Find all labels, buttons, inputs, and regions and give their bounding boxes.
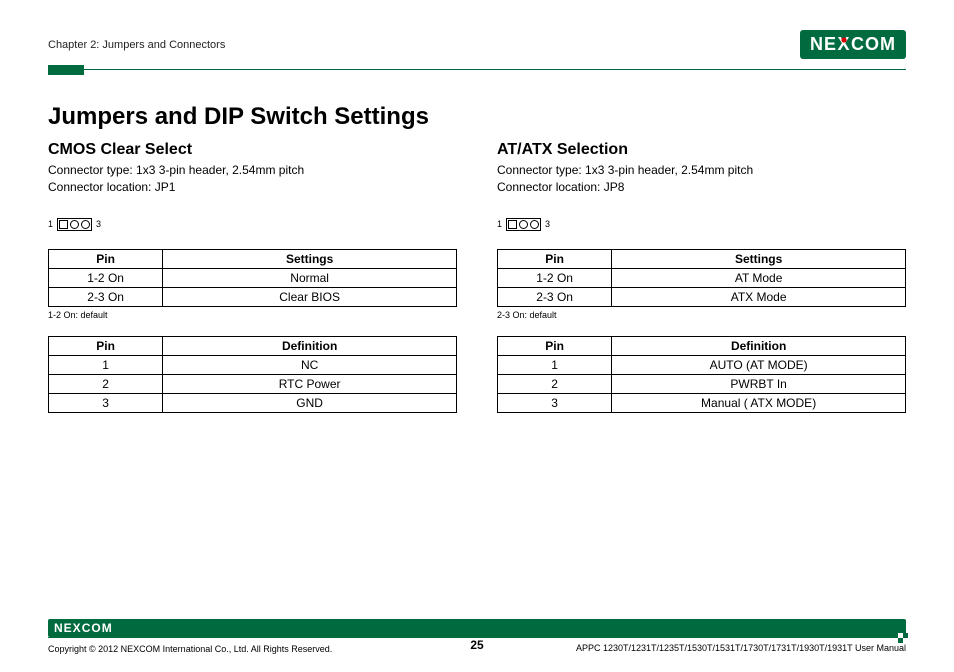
- table-row: 1-2 OnNormal: [49, 268, 457, 287]
- pin-circle-icon: [530, 220, 539, 229]
- section-heading-atatx: AT/ATX Selection: [497, 141, 906, 159]
- pin-square-icon: [59, 220, 68, 229]
- cell-pin: 1-2 On: [498, 268, 612, 287]
- settings-table-atatx: Pin Settings 1-2 OnAT Mode 2-3 OnATX Mod…: [497, 249, 906, 307]
- th-settings: Settings: [612, 249, 906, 268]
- logo-text-pre: NE: [54, 621, 73, 635]
- cell-pin: 3: [49, 393, 163, 412]
- cell-pin: 2: [49, 374, 163, 393]
- logo-x-icon: X: [837, 34, 851, 55]
- cell-settings: AT Mode: [612, 268, 906, 287]
- cell-def: AUTO (AT MODE): [612, 355, 906, 374]
- pin-label-1: 1: [497, 219, 502, 229]
- table-row: 1NC: [49, 355, 457, 374]
- cell-def: PWRBT In: [612, 374, 906, 393]
- table-row: 1-2 OnAT Mode: [498, 268, 906, 287]
- cell-pin: 2-3 On: [498, 287, 612, 306]
- connector-location-atatx: Connector location: JP8: [497, 179, 906, 196]
- table-row: 3Manual ( ATX MODE): [498, 393, 906, 412]
- cell-pin: 3: [498, 393, 612, 412]
- cell-pin: 1: [498, 355, 612, 374]
- table-row: 3GND: [49, 393, 457, 412]
- table-row: 2-3 OnATX Mode: [498, 287, 906, 306]
- logo-x-icon: X: [73, 621, 82, 635]
- th-settings: Settings: [163, 249, 457, 268]
- pin-circle-icon: [81, 220, 90, 229]
- chapter-title: Chapter 2: Jumpers and Connectors: [48, 39, 225, 51]
- brand-logo: NEXCOM: [800, 30, 906, 59]
- cell-def: RTC Power: [163, 374, 457, 393]
- page-title: Jumpers and DIP Switch Settings: [48, 103, 906, 131]
- definition-table-cmos: Pin Definition 1NC 2RTC Power 3GND: [48, 336, 457, 413]
- cell-pin: 2: [498, 374, 612, 393]
- settings-table-cmos: Pin Settings 1-2 OnNormal 2-3 OnClear BI…: [48, 249, 457, 307]
- manual-title: APPC 1230T/1231T/1235T/1530T/1531T/1730T…: [576, 643, 906, 653]
- pin-label-1: 1: [48, 219, 53, 229]
- section-heading-cmos: CMOS Clear Select: [48, 141, 457, 159]
- table-row: 2-3 OnClear BIOS: [49, 287, 457, 306]
- cell-def: Manual ( ATX MODE): [612, 393, 906, 412]
- pin-circle-icon: [70, 220, 79, 229]
- copyright-text: Copyright © 2012 NEXCOM International Co…: [48, 644, 332, 654]
- pin-circle-icon: [519, 220, 528, 229]
- connector-type-cmos: Connector type: 1x3 3-pin header, 2.54mm…: [48, 162, 457, 179]
- section-at-atx: AT/ATX Selection Connector type: 1x3 3-p…: [497, 141, 906, 413]
- th-definition: Definition: [612, 336, 906, 355]
- logo-text-post: COM: [851, 34, 896, 55]
- connector-type-atatx: Connector type: 1x3 3-pin header, 2.54mm…: [497, 162, 906, 179]
- th-definition: Definition: [163, 336, 457, 355]
- pin-label-3: 3: [545, 219, 550, 229]
- logo-text-pre: NE: [810, 34, 837, 55]
- header-divider: [48, 65, 906, 75]
- pin-diagram-cmos: 1 3: [48, 218, 457, 231]
- page-number: 25: [470, 638, 483, 652]
- settings-note-cmos: 1-2 On: default: [48, 310, 457, 320]
- cell-def: NC: [163, 355, 457, 374]
- th-pin: Pin: [49, 336, 163, 355]
- connector-location-cmos: Connector location: JP1: [48, 179, 457, 196]
- cell-def: GND: [163, 393, 457, 412]
- pin-diagram-atatx: 1 3: [497, 218, 906, 231]
- logo-text-post: COM: [82, 621, 113, 635]
- cell-pin: 2-3 On: [49, 287, 163, 306]
- pin-square-icon: [508, 220, 517, 229]
- cell-settings: Normal: [163, 268, 457, 287]
- footer-logo: NEXCOM: [48, 619, 906, 637]
- th-pin: Pin: [498, 336, 612, 355]
- table-row: 1AUTO (AT MODE): [498, 355, 906, 374]
- definition-table-atatx: Pin Definition 1AUTO (AT MODE) 2PWRBT In…: [497, 336, 906, 413]
- settings-note-atatx: 2-3 On: default: [497, 310, 906, 320]
- th-pin: Pin: [49, 249, 163, 268]
- cell-settings: Clear BIOS: [163, 287, 457, 306]
- table-row: 2PWRBT In: [498, 374, 906, 393]
- table-row: 2RTC Power: [49, 374, 457, 393]
- section-cmos-clear: CMOS Clear Select Connector type: 1x3 3-…: [48, 141, 457, 413]
- th-pin: Pin: [498, 249, 612, 268]
- cell-settings: ATX Mode: [612, 287, 906, 306]
- pin-label-3: 3: [96, 219, 101, 229]
- cell-pin: 1-2 On: [49, 268, 163, 287]
- cell-pin: 1: [49, 355, 163, 374]
